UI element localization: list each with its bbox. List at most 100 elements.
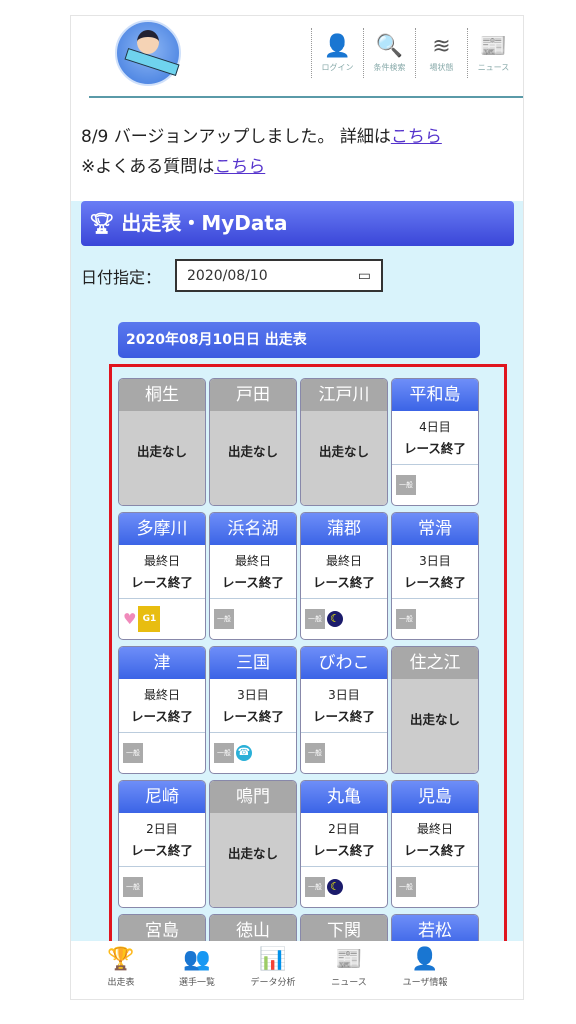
race-status: レース終了 [313,575,375,590]
venue-name: 戸田 [210,379,296,411]
section-title: 🏆︎ 出走表・MyData [81,201,514,246]
calendar-icon[interactable]: ▭ [358,268,371,284]
race-info: 最終日 レース終了 [119,545,205,599]
race-status: レース終了 [131,843,193,858]
venue-card[interactable]: びわこ 3日目 レース終了 一般 [300,646,388,774]
nav-user[interactable]: 👤 ログイン [311,28,363,78]
venue-card[interactable]: 鳴門 出走なし [209,780,297,908]
notice-text: 8/9 バージョンアップしました。 詳細は [81,127,391,147]
nav-label: ニュース [477,62,510,72]
heart-icon[interactable]: ♥ [123,610,136,628]
night-race-icon: ☾ [327,879,343,895]
bottom-nav-label: データ分析 [250,978,296,988]
bottom-nav-item[interactable]: 👤 ユーザ情報 [387,941,463,999]
venue-name: 三国 [210,647,296,679]
venue-card[interactable]: 児島 最終日 レース終了 一般 [391,780,479,908]
venue-card[interactable]: 浜名湖 最終日 レース終了 一般 [209,512,297,640]
pilot-shape [137,30,159,54]
grade-badge: 一般 [123,743,143,763]
race-day: 最終日 [325,554,362,568]
race-info: 3日目 レース終了 [210,679,296,733]
venue-name: 尼崎 [119,781,205,813]
user-icon: 👤 [411,947,439,972]
venue-card[interactable]: 住之江 出走なし [391,646,479,774]
race-info: 2日目 レース終了 [301,813,387,867]
date-row: 日付指定： 2020/08/10 ▭ [81,259,384,292]
grade-badge: 一般 [396,877,416,897]
venue-card[interactable]: 丸亀 2日目 レース終了 一般 ☾ [300,780,388,908]
card-footer: 一般 [210,599,296,639]
venue-card[interactable]: 多摩川 最終日 レース終了 ♥ G1 [118,512,206,640]
card-footer: 一般 [392,599,478,639]
bottom-nav-label: ニュース [331,978,367,988]
section-title-text: 出走表・MyData [121,211,288,235]
grade-badge: G1 [138,606,161,632]
race-info: 最終日 レース終了 [119,679,205,733]
race-info: 最終日 レース終了 [392,813,478,867]
chart-icon: 📊 [259,947,287,972]
no-race-text: 出走なし [119,411,205,505]
newspaper-icon: 📰 [479,33,508,59]
race-day: 最終日 [143,688,180,702]
race-info: 3日目 レース終了 [392,545,478,599]
search-icon: 🔍 [375,33,404,59]
venue-card[interactable]: 平和島 4日目 レース終了 一般 [391,378,479,506]
venue-card[interactable]: 桐生 出走なし [118,378,206,506]
nav-waves[interactable]: ≋ 場状態 [415,28,467,78]
site-logo[interactable] [115,20,181,86]
card-footer: ♥ G1 [119,599,205,639]
card-footer: 一般 ☎ [210,733,296,773]
venue-name: 蒲郡 [301,513,387,545]
race-section: 🏆︎ 出走表・MyData 日付指定： 2020/08/10 ▭ 2020年08月… [71,201,523,999]
venue-card[interactable]: 尼崎 2日目 レース終了 一般 [118,780,206,908]
venue-name: 江戸川 [301,379,387,411]
night-race-icon: ☾ [327,611,343,627]
venue-name: 常滑 [392,513,478,545]
venue-card[interactable]: 江戸川 出走なし [300,378,388,506]
card-footer: 一般 [301,733,387,773]
race-day: 最終日 [143,554,180,568]
user-icon: 👤 [323,33,352,59]
no-race-text: 出走なし [210,411,296,505]
nav-label: 条件検索 [373,62,406,72]
race-status: レース終了 [404,441,466,456]
no-race-text: 出走なし [210,813,296,907]
venue-card[interactable]: 三国 3日目 レース終了 一般 ☎ [209,646,297,774]
bottom-nav-label: 出走表 [107,978,135,988]
bottom-nav-item[interactable]: 🏆 出走表 [83,941,159,999]
race-info: 3日目 レース終了 [301,679,387,733]
venue-card[interactable]: 津最終日 レース終了 一般 [118,646,206,774]
faq-link[interactable]: こちら [214,157,265,177]
grade-badge: 一般 [305,609,325,629]
race-day: 最終日 [234,554,271,568]
nav-label: ログイン [321,62,354,72]
race-day: 3日目 [237,688,269,702]
race-status: レース終了 [313,709,375,724]
bottom-nav-item[interactable]: 👥 選手一覧 [159,941,235,999]
players-icon: 👥 [183,947,211,972]
nav-newspaper[interactable]: 📰 ニュース [467,28,519,78]
newspaper-icon: 📰 [335,947,363,972]
card-footer: 一般 [392,465,478,505]
venue-card[interactable]: 蒲郡最終日レース終了一般 ☾ [300,512,388,640]
bottom-nav-item[interactable]: 📊 データ分析 [235,941,311,999]
waves-icon: ≋ [432,33,451,59]
venue-card[interactable]: 常滑 3日目 レース終了一般 [391,512,479,640]
venue-card[interactable]: 戸田 出走なし [209,378,297,506]
venue-grid: 桐生 出走なし 戸田 出走なし 江戸川 出走なし 平和島 4日目 レース終了 一般 多摩川 最終日 レー… [118,378,479,951]
card-footer: 一般 ☾ [301,599,387,639]
date-input[interactable]: 2020/08/10 ▭ [175,259,384,292]
venue-name: 丸亀 [301,781,387,813]
race-day: 3日目 [419,554,451,568]
bottom-nav-item[interactable]: 📰 ニュース [311,941,387,999]
nav-search[interactable]: 🔍 条件検索 [363,28,415,78]
grade-badge: 一般 [396,609,416,629]
card-footer: 一般 ☾ [301,867,387,907]
details-link[interactable]: こちら [391,127,442,147]
venue-name: 浜名湖 [210,513,296,545]
race-info: 最終日 レース終了 [210,545,296,599]
venue-grid-highlight: 桐生 出走なし 戸田 出走なし 江戸川 出走なし 平和島 4日目 レース終了 一般 多摩川 最終日 レー… [109,364,507,954]
telephone-icon: ☎ [236,745,252,761]
app-frame: 👤 ログイン 🔍 条件検索 ≋ 場状態 📰 ニュース 8/9 バージョンアップしました。 詳細… [70,15,524,1000]
race-day: 4日目 [419,420,451,434]
